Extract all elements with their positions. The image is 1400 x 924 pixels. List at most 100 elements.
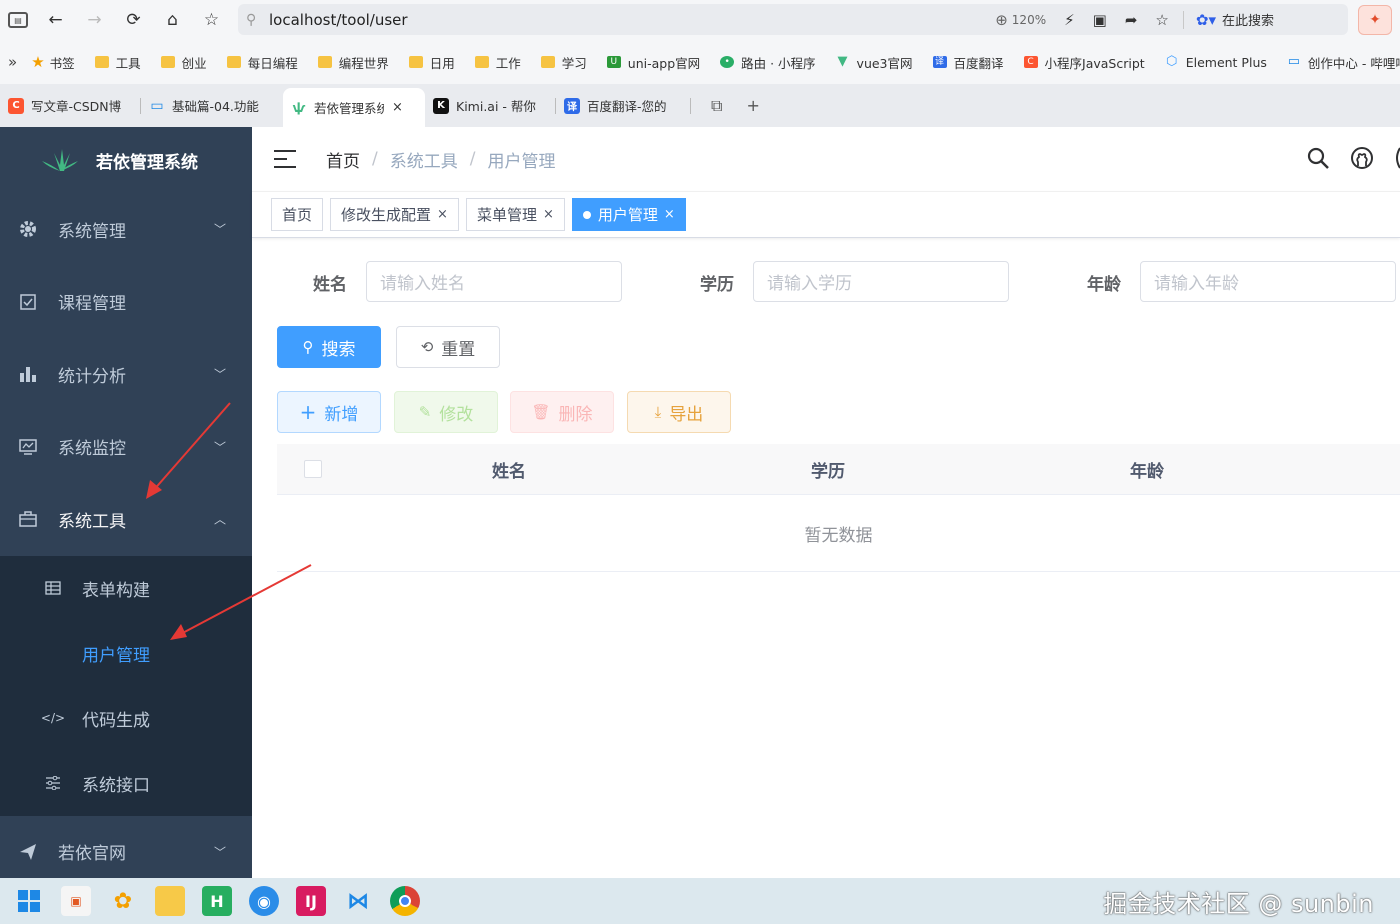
bookmark-item[interactable]: 译百度翻译 [932,53,1004,72]
office-app-icon[interactable]: ▣ [61,886,91,916]
bookmark-item[interactable]: C 小程序JavaScript [1023,53,1145,72]
tag-home[interactable]: 首页 [271,198,324,231]
bookmark-item[interactable]: 每日编程 [226,53,298,72]
search-icon[interactable] [1306,146,1330,174]
refresh-icon: ⟲ [420,338,434,356]
add-button[interactable]: + 新增 [277,391,381,433]
window-icon[interactable]: ▤ [0,0,36,40]
submenu-item-form-builder[interactable]: 表单构建 [0,556,252,621]
bookmark-item[interactable]: 创业 [160,53,207,72]
url-box[interactable]: ⚲ localhost/tool/user ⊕ 120% ⚡ ▣ ➦ ☆ ✿▾ … [238,4,1348,35]
sidebar-logo[interactable]: 若依管理系统 [0,127,252,193]
os-taskbar: ▣ ✿ H ◉ IJ ⋈ 掘金技术社区 @ sunbin [0,878,1400,924]
close-icon[interactable]: × [664,207,675,222]
breadcrumb-item: 系统工具 [389,151,458,172]
submenu-item-code-gen[interactable]: </> 代码生成 [0,686,252,751]
chrome-icon[interactable] [390,886,420,916]
csdn-icon: C [1023,56,1038,68]
browser-tab[interactable]: 译 百度翻译-您的 [556,88,690,124]
submenu-item-system-api[interactable]: 系统接口 [0,751,252,816]
reset-button[interactable]: ⟲ 重置 [396,326,500,368]
bookmark-item[interactable]: Uuni-app官网 [606,53,700,72]
chevrons-right-icon[interactable]: » [8,53,17,71]
close-icon[interactable]: × [437,207,448,222]
folder-icon [540,56,555,68]
trash-icon: 🗑︎ [531,403,551,421]
question-icon[interactable] [1394,146,1400,174]
reload-button[interactable]: ⟳ [114,0,153,40]
zoom-level[interactable]: 120% [1012,13,1046,27]
baidu-paw-icon[interactable]: ✿▾ [1196,11,1216,29]
chevron-down-icon: ﹀ [213,440,226,455]
folder-icon [94,56,109,68]
star-icon: ★ [31,53,45,71]
extension-icon[interactable]: ▣ [1093,11,1107,29]
bookmark-item[interactable]: 工作 [474,53,521,72]
bookmark-item[interactable]: 工具 [94,53,141,72]
jetbrains-icon[interactable]: IJ [296,886,326,916]
bookmark-item[interactable]: 日用 [408,53,455,72]
pdf-extension-icon[interactable]: ✦ [1358,5,1392,35]
name-input[interactable]: 请输入姓名 [366,261,622,302]
search-button[interactable]: ⚲ 搜索 [277,326,381,368]
vscode-icon[interactable]: ⋈ [343,886,373,916]
share-icon[interactable]: ➦ [1125,11,1138,29]
new-tab-button[interactable]: + [746,96,759,115]
user-table: 姓名 学历 年龄 暂无数据 [277,444,1400,572]
browser-tab[interactable]: K Kimi.ai - 帮你 [425,88,555,124]
submenu-item-user-management[interactable]: 用户管理 [0,621,252,686]
windows-start-icon[interactable] [14,886,44,916]
active-dot-icon [582,210,591,219]
tag-menu-management[interactable]: 菜单管理 × [465,198,565,231]
bookmark-item[interactable]: • 路由 · 小程序 [720,53,816,72]
table-icon [44,579,62,597]
bookmark-item[interactable]: 学习 [540,53,587,72]
close-icon[interactable]: × [543,207,554,222]
menu-system-monitor[interactable]: 系统监控 ﹀ [0,411,252,484]
tag-edit-gen-config[interactable]: 修改生成配置 × [330,198,459,231]
menu-course-management[interactable]: 课程管理 [0,266,252,339]
menu-system-management[interactable]: 系统管理 ﹀ [0,193,252,266]
age-input[interactable]: 请输入年龄 [1140,261,1396,302]
home-button[interactable]: ⌂ [153,0,192,40]
bookmark-star-button[interactable]: ☆ [192,0,231,40]
tab-groups-icon[interactable]: ⧉ [711,96,722,116]
zoom-icon[interactable]: ⊕ [995,11,1008,29]
select-all-checkbox[interactable] [304,460,322,478]
edit-button[interactable]: ✎ 修改 [394,391,498,433]
menu-system-tools[interactable]: 系统工具 ︿ [0,483,252,556]
hamburger-icon[interactable] [274,150,296,168]
bookmark-item[interactable]: ▭ 创作中心 - 哔哩哔 [1287,53,1400,72]
menu-ruoyi-website[interactable]: 若依官网 ﹀ [0,816,252,888]
bookmark-item[interactable]: ⬡ Element Plus [1165,55,1267,70]
chart-icon [18,364,38,384]
lightning-icon[interactable]: ⚡ [1064,11,1075,29]
menu-statistics[interactable]: 统计分析 ﹀ [0,338,252,411]
tag-user-management[interactable]: 用户管理 × [571,198,686,231]
github-icon[interactable] [1350,146,1374,174]
favorites-icon[interactable]: ☆ [1155,11,1168,29]
browser-tab[interactable]: ▭ 基础篇-04.功能 [141,88,283,124]
forward-button[interactable]: → [75,0,114,40]
export-button[interactable]: ⤓ 导出 [627,391,731,433]
browser-tab[interactable]: C 写文章-CSDN博 [0,88,140,124]
back-button[interactable]: ← [36,0,75,40]
browser-tab-active[interactable]: ѱ 若依管理系统 × [283,88,425,127]
search-engine-hint[interactable]: 在此搜索 [1222,10,1274,29]
chevron-down-icon: ﹀ [213,845,226,859]
bookmark-item[interactable]: ▼ vue3官网 [836,53,913,72]
wechat-icon: • [720,56,735,68]
url-text[interactable]: localhost/tool/user [269,11,408,29]
file-explorer-icon[interactable] [155,886,185,916]
breadcrumb-item: 用户管理 [487,151,556,172]
delete-button[interactable]: 🗑︎ 删除 [510,391,614,433]
edit-icon: ✎ [418,403,432,421]
bookmark-item[interactable]: ★ 书签 [31,53,74,72]
browser-app-icon[interactable]: ◉ [249,886,279,916]
breadcrumb-item[interactable]: 首页 [326,147,360,172]
education-input[interactable]: 请输入学历 [753,261,1009,302]
hbuilder-icon[interactable]: H [202,886,232,916]
photos-app-icon[interactable]: ✿ [108,886,138,916]
close-icon[interactable]: × [392,100,403,115]
bookmark-item[interactable]: 编程世界 [317,53,389,72]
